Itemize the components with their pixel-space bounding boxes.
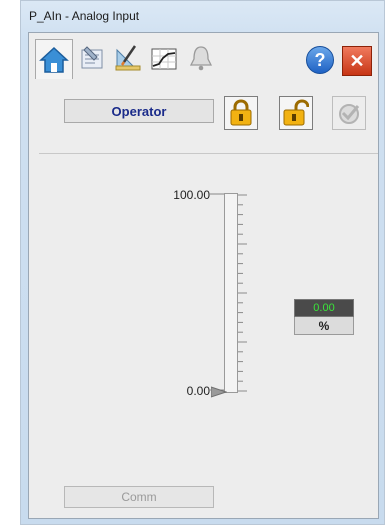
close-button[interactable]: ✕ xyxy=(342,46,372,76)
tab-maintenance[interactable] xyxy=(75,41,109,75)
close-icon: ✕ xyxy=(349,50,365,71)
pv-bargraph xyxy=(224,193,238,393)
divider xyxy=(39,153,378,154)
window-title: P_AIn - Analog Input xyxy=(29,9,140,23)
title-bar[interactable]: P_AIn - Analog Input xyxy=(21,1,384,31)
reset-button[interactable] xyxy=(332,96,366,130)
help-icon: ? xyxy=(314,49,326,70)
padlock-unlocked-icon xyxy=(283,99,309,126)
comm-label: Comm xyxy=(121,490,157,504)
comm-status-indicator: Comm xyxy=(64,486,214,508)
scale-min-label: 0.00 xyxy=(186,384,210,398)
operator-status-indicator: Operator xyxy=(64,99,214,123)
reset-check-icon xyxy=(339,104,360,124)
operator-status-label: Operator xyxy=(111,103,167,119)
alarm-bell-icon xyxy=(189,46,213,71)
maintenance-icon xyxy=(81,46,103,69)
home-icon xyxy=(39,46,69,73)
tab-bar: ? ✕ xyxy=(29,33,378,88)
faceplate-window: P_AIn - Analog Input ? ✕ Operator 100.00… xyxy=(20,0,385,525)
scale-max-label: 100.00 xyxy=(173,188,210,202)
pv-value: 0.00 xyxy=(294,299,354,317)
pv-units: % xyxy=(294,317,354,335)
scale-max-leader xyxy=(209,193,225,195)
tab-alarms[interactable] xyxy=(184,41,218,75)
faceplate-body: ? ✕ Operator 100.00 0.00 0.00 % Comm xyxy=(28,32,379,519)
tab-home[interactable] xyxy=(35,39,73,79)
pv-pointer-icon xyxy=(211,386,227,398)
pv-value-display[interactable]: 0.00 % xyxy=(294,299,354,335)
trend-icon xyxy=(151,48,177,70)
bargraph-ticks xyxy=(238,194,247,392)
engineering-icon xyxy=(115,45,141,71)
lock-button[interactable] xyxy=(224,96,258,130)
tab-engineering[interactable] xyxy=(111,41,145,75)
tab-trends[interactable] xyxy=(147,41,181,75)
unlock-button[interactable] xyxy=(279,96,313,130)
help-button[interactable]: ? xyxy=(306,46,334,74)
padlock-locked-icon xyxy=(230,99,252,126)
